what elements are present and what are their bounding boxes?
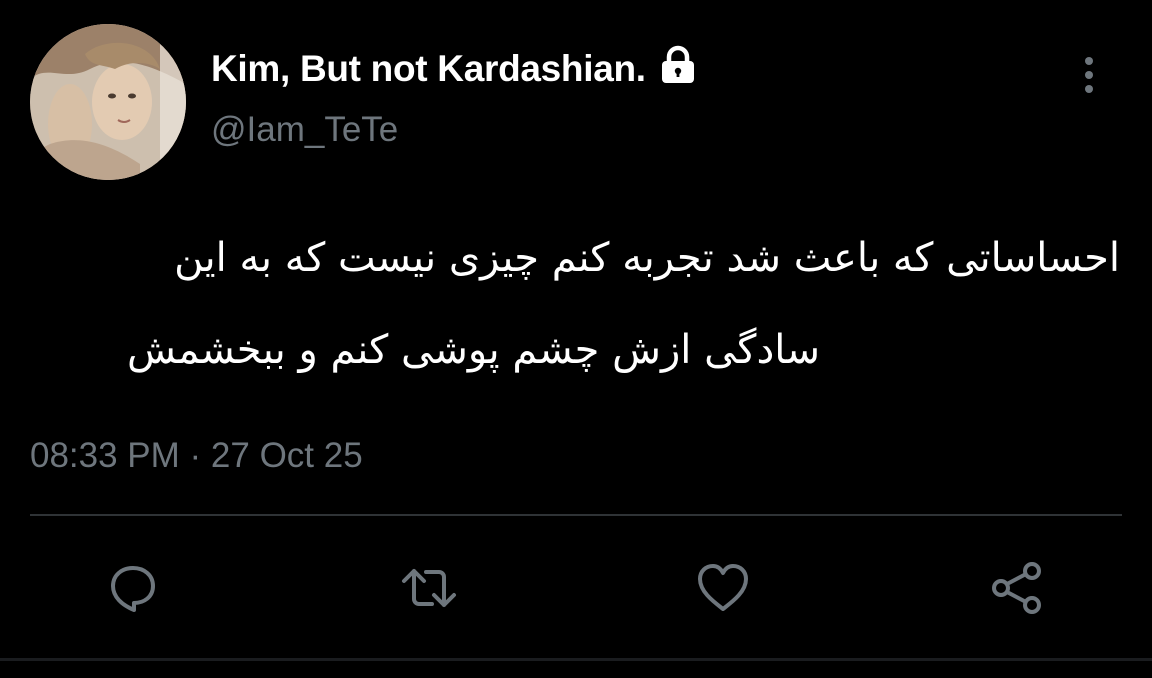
tweet-text-line: احساساتی که باعث شد تجربه کنم چیزی نیست …: [174, 235, 1120, 281]
tweet-card: Kim, But not Kardashian. @Iam_TeTe احساس…: [0, 0, 1152, 678]
tweet-text-line: سادگی ازش چشم پوشی کنم و ببخشمش: [126, 327, 820, 373]
more-options-button[interactable]: [1071, 54, 1107, 96]
lock-icon: [658, 45, 698, 85]
user-handle[interactable]: @Iam_TeTe: [211, 110, 398, 150]
share-icon: [992, 562, 1041, 614]
avatar[interactable]: [30, 24, 186, 180]
heart-icon: [698, 564, 748, 611]
reply-icon: [111, 566, 155, 612]
bottom-divider: [0, 658, 1152, 661]
display-name[interactable]: Kim, But not Kardashian.: [211, 48, 646, 90]
reply-button[interactable]: [102, 557, 164, 619]
tweet-timestamp[interactable]: 08:33 PM · 27 Oct 25: [30, 436, 363, 476]
tweet-text: احساساتی که باعث شد تجربه کنم چیزی نیست …: [30, 212, 1120, 396]
retweet-icon: [402, 569, 456, 607]
avatar-photo: [30, 24, 186, 180]
more-vertical-icon: [1085, 57, 1093, 93]
retweet-button[interactable]: [398, 557, 460, 619]
author-row: Kim, But not Kardashian.: [211, 44, 698, 94]
divider: [30, 514, 1122, 516]
like-button[interactable]: [692, 557, 754, 619]
share-button[interactable]: [986, 557, 1048, 619]
